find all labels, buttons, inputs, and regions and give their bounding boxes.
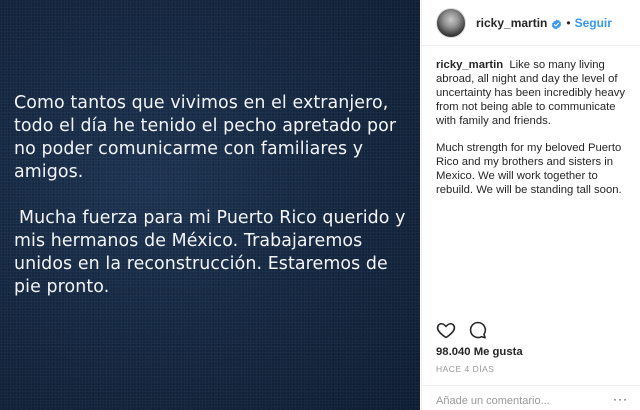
verified-badge-icon	[551, 17, 562, 30]
post-image-paragraph-2: Mucha fuerza para mi Puerto Rico querido…	[14, 208, 406, 297]
caption-username[interactable]: ricky_martin	[436, 59, 503, 71]
post-image-paragraph-1: Como tantos que vivimos en el extranjero…	[14, 93, 397, 182]
post-actions	[436, 320, 488, 340]
more-options-icon[interactable]: ···	[613, 392, 628, 406]
caption-paragraph-2: Much strength for my beloved Puerto Rico…	[436, 142, 622, 196]
caption: ricky_martin Like so many living abroad,…	[422, 46, 640, 197]
post-image-text: Como tantos que vivimos en el extranjero…	[14, 92, 414, 299]
heart-icon[interactable]	[436, 320, 456, 340]
like-count[interactable]: 98.040 Me gusta	[436, 346, 523, 358]
caption-paragraph-1: ricky_martin Like so many living abroad,…	[436, 58, 626, 128]
avatar[interactable]	[436, 7, 466, 38]
comment-input[interactable]: Añade un comentario...	[422, 385, 640, 410]
follow-button[interactable]: Seguir	[575, 16, 612, 30]
post-sidebar: ricky_martin • Seguir ricky_martin Like …	[421, 0, 640, 410]
post-header: ricky_martin • Seguir	[422, 0, 640, 46]
post-image[interactable]: Como tantos que vivimos en el extranjero…	[0, 0, 420, 410]
header-username[interactable]: ricky_martin	[476, 16, 547, 30]
comment-icon[interactable]	[468, 320, 488, 340]
post-timestamp: HACE 4 DÍAS	[436, 364, 495, 374]
header-separator: •	[566, 15, 571, 30]
